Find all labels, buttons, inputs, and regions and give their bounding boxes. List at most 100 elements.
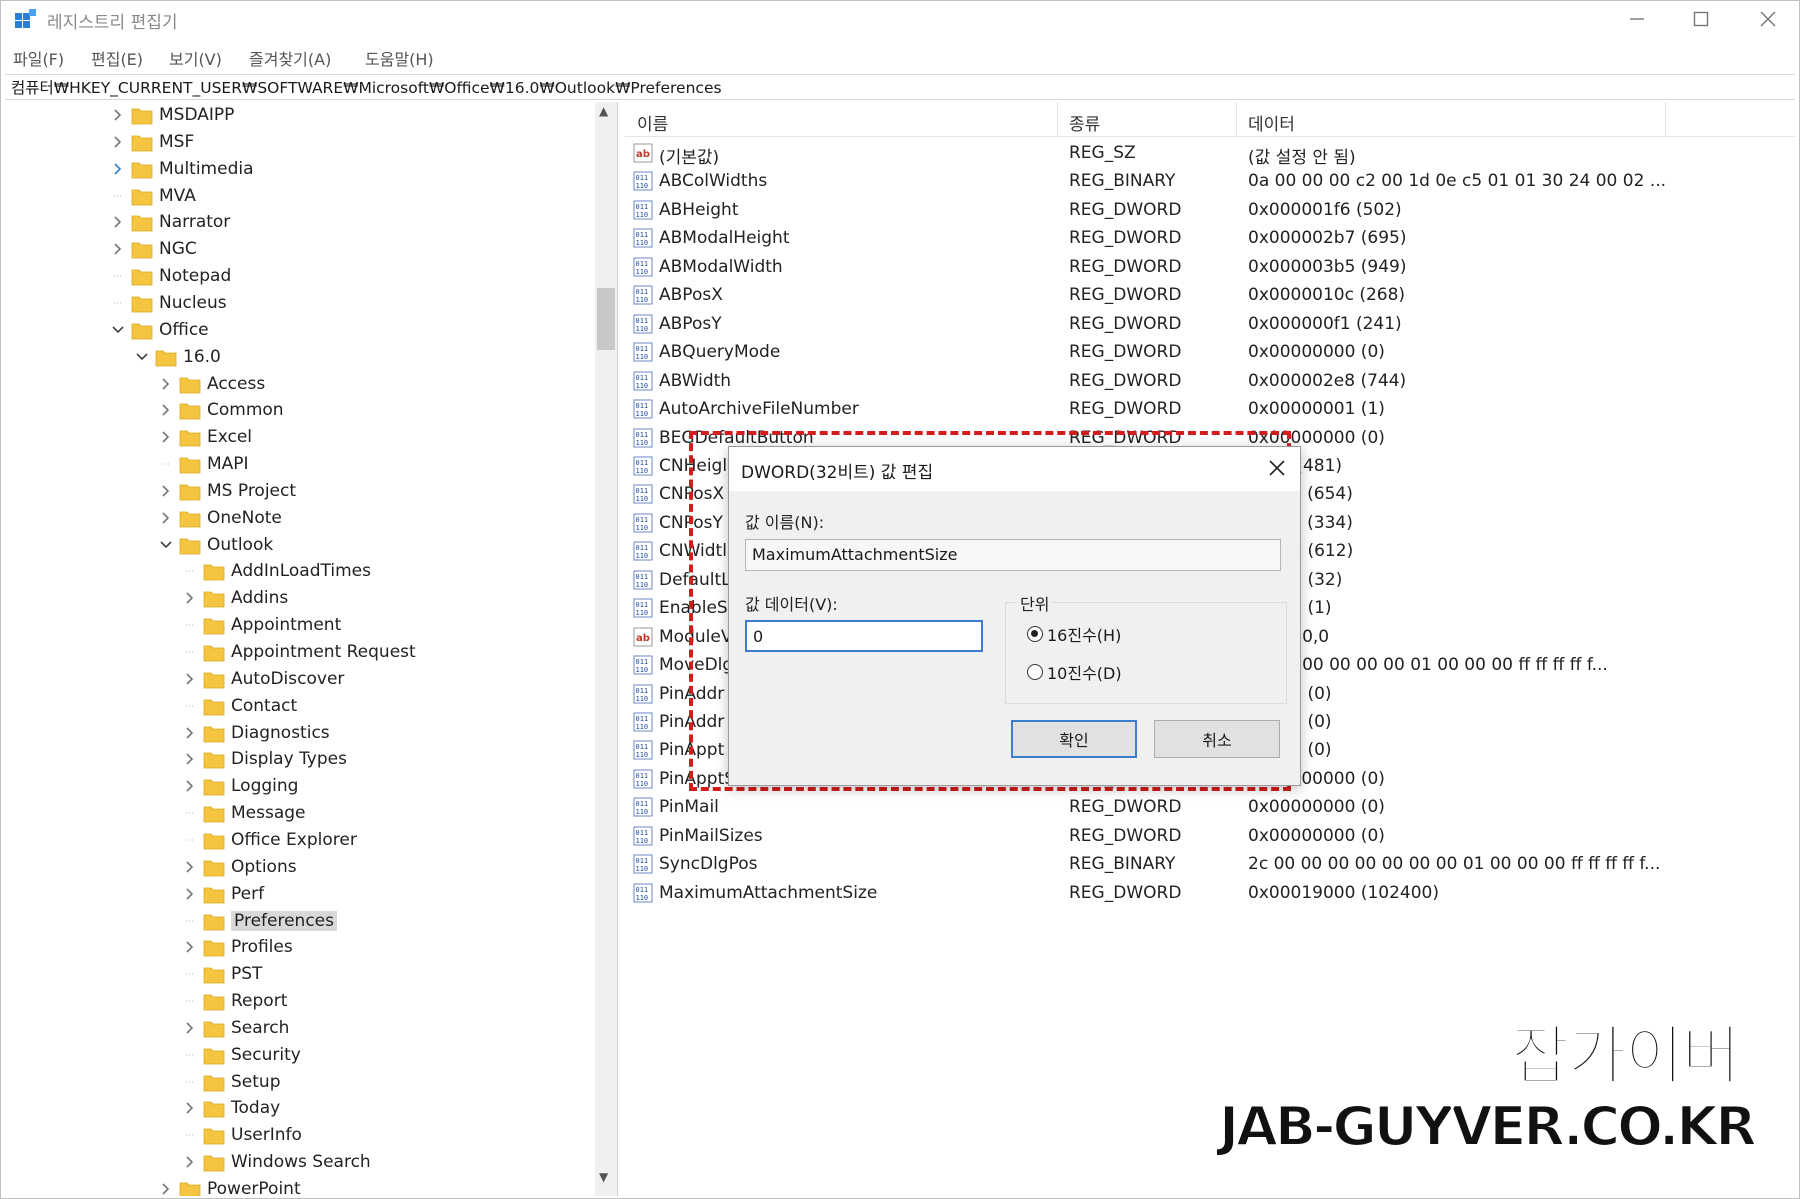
- chevron-right-icon[interactable]: [183, 1155, 197, 1169]
- value-row[interactable]: 011 110 AutoArchiveFileNumber REG_DWORD 0x00…: [633, 396, 1733, 422]
- menu-file[interactable]: 파일(F): [13, 46, 64, 70]
- chevron-right-icon[interactable]: [183, 887, 197, 901]
- chevron-right-icon[interactable]: [111, 108, 125, 122]
- close-button[interactable]: [1738, 1, 1798, 37]
- value-name-field[interactable]: MaximumAttachmentSize: [745, 539, 1281, 571]
- chevron-right-icon[interactable]: [111, 162, 125, 176]
- tree-item[interactable]: UserInfo: [183, 1122, 302, 1148]
- scroll-thumb[interactable]: [597, 288, 615, 350]
- value-row[interactable]: 011 110 ABPosX REG_DWORD 0x0000010c (268): [633, 282, 1733, 308]
- tree-item[interactable]: Addins: [183, 585, 288, 611]
- value-row[interactable]: 011 110 ABModalHeight REG_DWORD 0x000002b7 (…: [633, 225, 1733, 251]
- value-row[interactable]: 011 110 PinMailSizes REG_DWORD 0x00000000 (0…: [633, 823, 1733, 849]
- header-type[interactable]: 종류: [1069, 110, 1100, 135]
- tree-item[interactable]: Outlook: [159, 532, 273, 558]
- scroll-up-icon[interactable]: ▲: [599, 104, 608, 118]
- value-row[interactable]: 011 110 SyncDlgPos REG_BINARY 2c 00 00 00 00…: [633, 851, 1733, 877]
- chevron-right-icon[interactable]: [183, 1021, 197, 1035]
- chevron-right-icon[interactable]: [111, 135, 125, 149]
- maximize-button[interactable]: [1671, 1, 1731, 37]
- tree-item[interactable]: Excel: [159, 424, 252, 450]
- menu-view[interactable]: 보기(V): [169, 46, 222, 70]
- tree-item[interactable]: AddInLoadTimes: [183, 558, 371, 584]
- chevron-right-icon[interactable]: [159, 1182, 173, 1196]
- header-divider[interactable]: [1057, 102, 1058, 136]
- tree-item[interactable]: Nucleus: [111, 290, 227, 316]
- tree-item[interactable]: MAPI: [159, 451, 249, 477]
- dialog-close-icon[interactable]: [1264, 455, 1290, 481]
- tree-item[interactable]: Display Types: [183, 746, 347, 772]
- header-divider[interactable]: [1236, 102, 1237, 136]
- chevron-right-icon[interactable]: [111, 215, 125, 229]
- value-row[interactable]: 011 110 ABQueryMode REG_DWORD 0x00000000 (0): [633, 339, 1733, 365]
- chevron-right-icon[interactable]: [159, 484, 173, 498]
- tree-item[interactable]: Appointment Request: [183, 639, 416, 665]
- cancel-button[interactable]: 취소: [1154, 720, 1280, 758]
- tree-item[interactable]: MS Project: [159, 478, 296, 504]
- ok-button[interactable]: 확인: [1011, 720, 1137, 758]
- tree-item[interactable]: Access: [159, 371, 265, 397]
- value-row[interactable]: 011 110 ABModalWidth REG_DWORD 0x000003b5 (9…: [633, 254, 1733, 280]
- value-data-field[interactable]: 0: [745, 620, 983, 652]
- chevron-right-icon[interactable]: [159, 377, 173, 391]
- minimize-button[interactable]: [1607, 1, 1667, 37]
- radio-hex[interactable]: 16진수(H): [1027, 622, 1121, 646]
- tree-item[interactable]: Appointment: [183, 612, 341, 638]
- chevron-right-icon[interactable]: [183, 726, 197, 740]
- tree-item[interactable]: AutoDiscover: [183, 666, 344, 692]
- radio-checked-icon[interactable]: [1027, 626, 1043, 642]
- value-row[interactable]: 011 110 MaximumAttachmentSize REG_DWORD 0x00…: [633, 880, 1733, 906]
- tree-item[interactable]: MSDAIPP: [111, 102, 234, 128]
- chevron-right-icon[interactable]: [183, 752, 197, 766]
- chevron-right-icon[interactable]: [183, 940, 197, 954]
- chevron-right-icon[interactable]: [159, 403, 173, 417]
- value-row[interactable]: 011 110 ABColWidths REG_BINARY 0a 00 00 00 c…: [633, 168, 1733, 194]
- header-data[interactable]: 데이터: [1248, 110, 1295, 135]
- chevron-right-icon[interactable]: [183, 860, 197, 874]
- tree-item[interactable]: NGC: [111, 236, 197, 262]
- tree-item[interactable]: Setup: [183, 1069, 280, 1095]
- tree-item[interactable]: Security: [183, 1042, 301, 1068]
- tree-item[interactable]: PowerPoint: [159, 1176, 301, 1196]
- tree-item[interactable]: Profiles: [183, 934, 293, 960]
- value-row[interactable]: 011 110 ABWidth REG_DWORD 0x000002e8 (744): [633, 368, 1733, 394]
- value-row[interactable]: 011 110 PinMail REG_DWORD 0x00000000 (0): [633, 794, 1733, 820]
- tree-scrollbar[interactable]: ▲ ▼: [595, 102, 617, 1196]
- menu-favorites[interactable]: 즐겨찾기(A): [249, 46, 331, 70]
- menu-edit[interactable]: 편집(E): [91, 46, 143, 70]
- value-row[interactable]: 011 110 ABHeight REG_DWORD 0x000001f6 (502): [633, 197, 1733, 223]
- radio-unchecked-icon[interactable]: [1027, 664, 1043, 680]
- tree-item[interactable]: Message: [183, 800, 306, 826]
- chevron-right-icon[interactable]: [183, 591, 197, 605]
- tree-item[interactable]: Office: [111, 317, 209, 343]
- tree-item[interactable]: OneNote: [159, 505, 282, 531]
- chevron-down-icon[interactable]: [135, 350, 149, 364]
- chevron-right-icon[interactable]: [159, 511, 173, 525]
- tree-item[interactable]: Office Explorer: [183, 827, 357, 853]
- value-row[interactable]: ab (기본값) REG_SZ (값 설정 안 됨): [633, 140, 1733, 168]
- tree-item[interactable]: Contact: [183, 693, 297, 719]
- chevron-down-icon[interactable]: [111, 323, 125, 337]
- tree-item[interactable]: MSF: [111, 129, 194, 155]
- tree-item[interactable]: Diagnostics: [183, 720, 330, 746]
- value-row[interactable]: 011 110 ABPosY REG_DWORD 0x000000f1 (241): [633, 311, 1733, 337]
- menu-help[interactable]: 도움말(H): [365, 46, 434, 70]
- radio-dec[interactable]: 10진수(D): [1027, 660, 1122, 684]
- tree-item[interactable]: PST: [183, 961, 262, 987]
- tree-item[interactable]: Multimedia: [111, 156, 254, 182]
- tree-item[interactable]: Today: [183, 1095, 280, 1121]
- chevron-right-icon[interactable]: [183, 779, 197, 793]
- chevron-down-icon[interactable]: [159, 538, 173, 552]
- tree-item[interactable]: Windows Search: [183, 1149, 371, 1175]
- tree-item[interactable]: Options: [183, 854, 297, 880]
- chevron-right-icon[interactable]: [183, 1101, 197, 1115]
- tree-item[interactable]: MVA: [111, 183, 196, 209]
- tree-item[interactable]: Notepad: [111, 263, 231, 289]
- chevron-right-icon[interactable]: [111, 242, 125, 256]
- tree-item[interactable]: Narrator: [111, 209, 230, 235]
- tree-item[interactable]: 16.0: [135, 344, 221, 370]
- address-bar[interactable]: 컴퓨터₩HKEY_CURRENT_USER₩SOFTWARE₩Microsoft…: [5, 74, 1795, 100]
- tree-item[interactable]: Perf: [183, 881, 264, 907]
- tree-item[interactable]: Report: [183, 988, 287, 1014]
- tree-item[interactable]: Search: [183, 1015, 289, 1041]
